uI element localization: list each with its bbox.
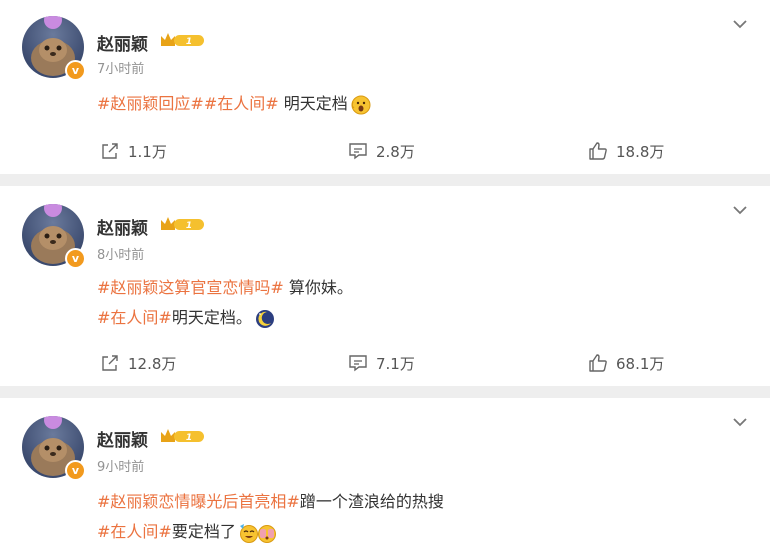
post-card: v 赵丽颖 1 8小时前 #赵丽颖这算官宣恋情吗# 算你妹。 #在人间#明天定档… [0, 186, 770, 386]
like-button[interactable]: 68.1万 [588, 350, 664, 376]
verified-badge-icon: v [65, 248, 86, 269]
share-icon [102, 355, 118, 371]
forward-count: 12.8万 [128, 354, 177, 373]
action-bar: 1.1万 2.8万 18.8万 [0, 138, 770, 164]
forward-button[interactable]: 1.1万 [100, 138, 167, 164]
post-text-line: #赵丽颖这算官宣恋情吗# 算你妹。 [97, 274, 353, 298]
avatar[interactable]: v [22, 16, 86, 81]
post-text: 要定档了 [171, 522, 236, 541]
comment-icon [349, 355, 367, 372]
comment-button[interactable]: 7.1万 [348, 350, 415, 376]
weibo-feed: v 赵丽颖 1 7小时前 #赵丽颖回应##在人间# 明天定档 1.1万 2.8万… [0, 0, 770, 552]
post-text-line: #在人间#要定档了 [97, 518, 278, 544]
post-text-line: #在人间#明天定档。 [97, 304, 276, 330]
post-time[interactable]: 8小时前 [97, 244, 144, 263]
forward-count: 1.1万 [128, 142, 167, 161]
author-name[interactable]: 赵丽颖 [97, 30, 148, 55]
hashtag-link[interactable]: #赵丽颖这算官宣恋情吗# [97, 278, 284, 297]
hashtag-link[interactable]: #赵丽颖恋情曝光后首亮相# [97, 492, 300, 511]
avatar[interactable]: v [22, 204, 86, 269]
surprised-face-icon [351, 95, 371, 114]
post-time[interactable]: 7小时前 [97, 58, 144, 77]
level-text: 1 [186, 433, 192, 443]
action-bar: 12.8万 7.1万 68.1万 [0, 350, 770, 376]
share-icon [102, 143, 118, 159]
chevron-down-icon[interactable] [731, 18, 749, 30]
hashtag-link[interactable]: #在人间# [97, 308, 172, 327]
post-text-line: #赵丽颖回应##在人间# 明天定档 [97, 90, 372, 116]
moon-icon [255, 309, 274, 328]
avatar[interactable]: v [22, 416, 86, 481]
hashtag-link[interactable]: #赵丽颖回应##在人间# [97, 94, 279, 113]
like-count: 68.1万 [616, 354, 665, 373]
post-card: v 赵丽颖 1 7小时前 #赵丽颖回应##在人间# 明天定档 1.1万 2.8万… [0, 0, 770, 174]
post-time[interactable]: 9小时前 [97, 456, 144, 475]
crown-level-badge-icon: 1 [161, 217, 204, 231]
post-text: 明天定档 [278, 94, 348, 113]
thumbs-up-icon [589, 142, 607, 160]
thumbs-up-icon [589, 354, 607, 372]
post-text-line: #赵丽颖恋情曝光后首亮相#蹭一个渣浪给的热搜 [97, 488, 444, 512]
level-text: 1 [186, 221, 192, 231]
comment-icon [349, 143, 367, 160]
like-button[interactable]: 18.8万 [588, 138, 664, 164]
hashtag-link[interactable]: #在人间# [97, 522, 172, 541]
author-name[interactable]: 赵丽颖 [97, 214, 148, 239]
forward-button[interactable]: 12.8万 [100, 350, 176, 376]
crown-level-badge-icon: 1 [161, 33, 204, 47]
comment-count: 7.1万 [376, 354, 415, 373]
comment-button[interactable]: 2.8万 [348, 138, 415, 164]
post-card: v 赵丽颖 1 9小时前 #赵丽颖恋情曝光后首亮相#蹭一个渣浪给的热搜 #在人间… [0, 398, 770, 552]
post-text: 算你妹。 [283, 278, 353, 297]
like-count: 18.8万 [616, 142, 665, 161]
chevron-down-icon[interactable] [731, 204, 749, 216]
author-name[interactable]: 赵丽颖 [97, 426, 148, 451]
party-faces-icon [239, 523, 276, 543]
level-text: 1 [186, 37, 192, 47]
verified-badge-icon: v [65, 60, 86, 81]
chevron-down-icon[interactable] [731, 416, 749, 428]
post-text: 蹭一个渣浪给的热搜 [299, 492, 444, 511]
comment-count: 2.8万 [376, 142, 415, 161]
post-text: 明天定档。 [171, 308, 252, 327]
verified-badge-icon: v [65, 460, 86, 481]
crown-level-badge-icon: 1 [161, 429, 204, 443]
